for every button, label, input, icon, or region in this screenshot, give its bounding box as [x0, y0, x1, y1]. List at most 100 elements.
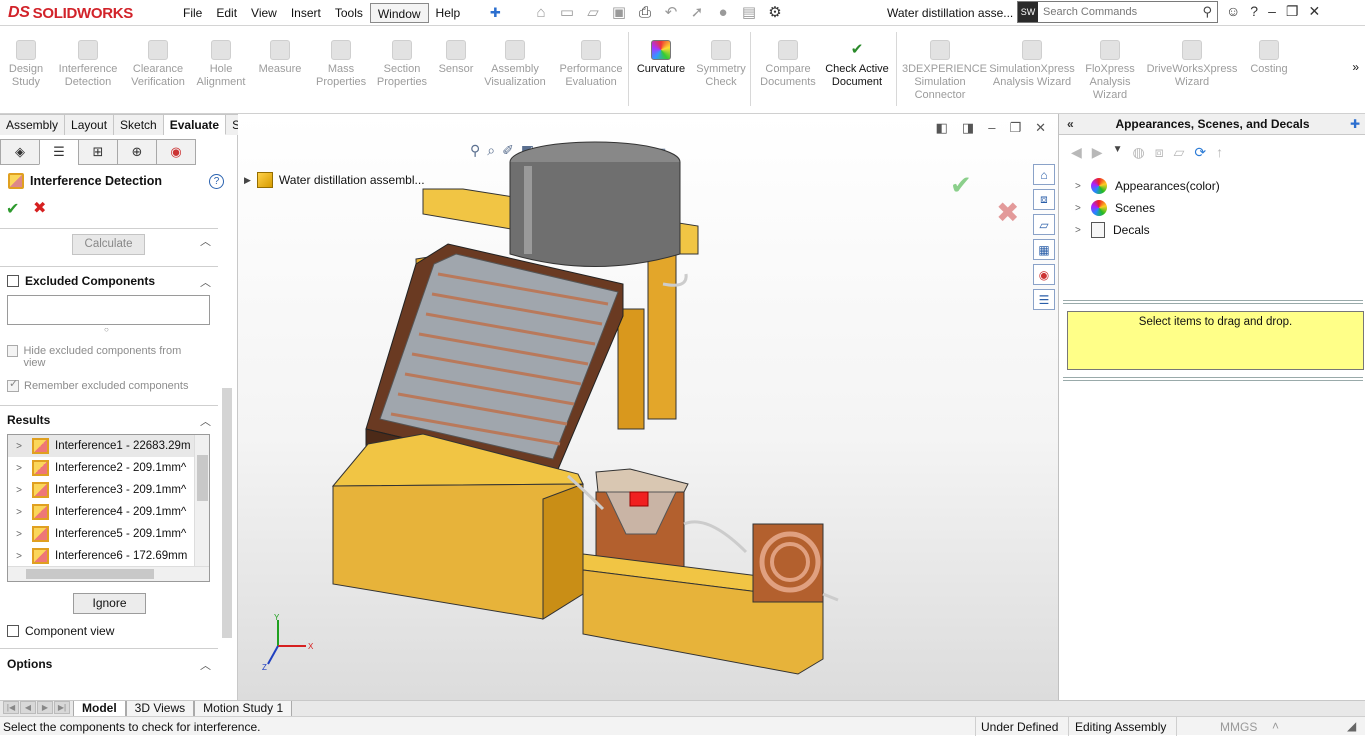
cancel-x-icon[interactable]: ✖	[33, 198, 46, 218]
select-cursor-icon[interactable]: ➚	[686, 3, 708, 21]
back-icon[interactable]: ◀	[1071, 144, 1082, 161]
chevron-right-icon[interactable]: >	[1075, 203, 1083, 214]
home-icon[interactable]: ⌂	[530, 4, 552, 21]
resize-grip-icon[interactable]: ◢	[1347, 719, 1356, 733]
solidworks-resources-icon[interactable]: ⌂	[1033, 164, 1055, 185]
display-manager-tab-icon[interactable]: ◉	[156, 139, 196, 165]
excluded-components-header[interactable]: Excluded Components	[7, 274, 155, 288]
menu-window[interactable]: Window	[369, 3, 429, 23]
ribbon-check-active-document-button[interactable]: ✔ Check Active Document	[824, 40, 890, 89]
menu-help[interactable]: Help	[429, 3, 468, 23]
file-properties-icon[interactable]: ▤	[738, 3, 760, 21]
up-arrow-icon[interactable]: ↑	[1216, 144, 1223, 161]
chevron-right-icon[interactable]: >	[12, 441, 26, 452]
dimxpert-manager-tab-icon[interactable]: ⊕	[117, 139, 157, 165]
bottom-tab-motion-study-1[interactable]: Motion Study 1	[194, 701, 293, 716]
rebuild-icon[interactable]: ●	[712, 4, 734, 21]
ribbon-performance-evaluation-button[interactable]: Performance Evaluation	[556, 40, 626, 89]
chevron-right-icon[interactable]: >	[12, 551, 26, 562]
menu-tools[interactable]: Tools	[328, 3, 370, 23]
last-tab-icon[interactable]: ▶|	[54, 701, 70, 714]
taskpane-item-scenes[interactable]: > Scenes	[1075, 200, 1155, 216]
ribbon-hole-alignment-button[interactable]: Hole Alignment	[196, 40, 246, 89]
ribbon-symmetry-check-button[interactable]: Symmetry Check	[694, 40, 748, 89]
feature-manager-tab-icon[interactable]: ◈	[0, 139, 40, 165]
ribbon-mass-properties-button[interactable]: Mass Properties	[316, 40, 366, 89]
interference-result-row[interactable]: > Interference4 - 209.1mm^	[8, 501, 209, 523]
appearances-scenes-icon[interactable]: ◉	[1033, 264, 1055, 285]
dropdown-icon[interactable]: ▼	[1113, 144, 1123, 161]
ribbon-3dexperience-simulation-connector-button[interactable]: 3DEXPERIENCE Simulation Connector	[902, 40, 987, 102]
help-icon[interactable]: ?	[1250, 3, 1258, 20]
custom-properties-icon[interactable]: ☰	[1033, 289, 1055, 310]
first-tab-icon[interactable]: |◀	[3, 701, 19, 714]
search-input[interactable]: Search Commands	[1043, 6, 1202, 18]
results-header[interactable]: Results	[7, 413, 50, 427]
ribbon-sensor-button[interactable]: Sensor	[436, 40, 476, 76]
chevron-right-icon[interactable]: >	[1075, 181, 1083, 192]
taskpane-item-appearances-color-[interactable]: > Appearances(color)	[1075, 178, 1220, 194]
solidworks-logo[interactable]: DS SOLIDWORKS	[8, 3, 133, 23]
search-commands-box[interactable]: SW Search Commands ⚲	[1017, 1, 1218, 23]
new-document-icon[interactable]: ▭	[556, 3, 578, 21]
ribbon-design-study-button[interactable]: Design Study	[6, 40, 46, 89]
next-tab-icon[interactable]: ▶	[37, 701, 53, 714]
ribbon-simulationxpress-analysis-wizard-button[interactable]: SimulationXpress Analysis Wizard	[986, 40, 1078, 89]
resize-handle-icon[interactable]: ○	[104, 325, 109, 334]
design-library-icon[interactable]: ⧈	[1155, 144, 1164, 161]
file-explorer-icon[interactable]: ▱	[1033, 214, 1055, 235]
add-folder-icon[interactable]: ▱	[1174, 144, 1185, 161]
interference-result-row[interactable]: > Interference5 - 209.1mm^	[8, 523, 209, 545]
taskpane-item-decals[interactable]: > Decals	[1075, 222, 1150, 238]
view-palette-icon[interactable]: ▦	[1033, 239, 1055, 260]
options-gear-icon[interactable]: ⚙	[764, 3, 786, 21]
calculate-button[interactable]: Calculate	[72, 234, 145, 255]
chevron-right-icon[interactable]: >	[12, 463, 26, 474]
chevron-up-icon[interactable]: ˄	[1272, 719, 1279, 733]
ribbon-interference-detection-button[interactable]: Interference Detection	[56, 40, 120, 89]
hide-excluded-option[interactable]: Hide excluded components from view	[7, 345, 197, 369]
open-folder-icon[interactable]: ▱	[582, 3, 604, 21]
chevron-right-icon[interactable]: >	[1075, 225, 1083, 236]
ribbon-assembly-visualization-button[interactable]: Assembly Visualization	[482, 40, 548, 89]
excluded-components-checkbox[interactable]	[7, 275, 19, 287]
options-header[interactable]: Options	[7, 657, 52, 671]
ribbon-costing-button[interactable]: Costing	[1244, 40, 1294, 76]
chevron-up-icon[interactable]: ︿	[200, 413, 211, 429]
bottom-tab-3d-views[interactable]: 3D Views	[125, 701, 195, 716]
prev-tab-icon[interactable]: ◀	[20, 701, 36, 714]
chevron-right-icon[interactable]: >	[12, 507, 26, 518]
pin-icon[interactable]: ✚	[490, 5, 501, 21]
minimize-icon[interactable]: –	[1268, 3, 1276, 20]
pane-splitter[interactable]	[1063, 377, 1363, 381]
chevron-up-icon[interactable]: ︿	[200, 274, 211, 290]
remember-excluded-option[interactable]: Remember excluded components	[7, 378, 197, 392]
results-vertical-scrollbar[interactable]	[194, 435, 209, 567]
tab-assembly[interactable]: Assembly	[0, 114, 66, 135]
property-manager-tab-icon[interactable]: ☰	[39, 139, 79, 165]
component-view-checkbox[interactable]	[7, 625, 19, 637]
graphics-area[interactable]: ▶ Water distillation assembl... ⚲ ⌕ ✐ ◩ …	[238, 114, 1058, 700]
help-circle-icon[interactable]: ?	[209, 174, 224, 189]
ribbon-measure-button[interactable]: Measure	[258, 40, 302, 76]
save-icon[interactable]: ▣	[608, 3, 630, 21]
ignore-button[interactable]: Ignore	[73, 593, 146, 614]
results-horizontal-scrollbar[interactable]	[8, 566, 209, 581]
chevron-right-icon[interactable]: >	[12, 529, 26, 540]
ribbon-driveworksxpress-wizard-button[interactable]: DriveWorksXpress Wizard	[1144, 40, 1240, 89]
menu-view[interactable]: View	[244, 3, 284, 23]
unit-system[interactable]: MMGS	[1220, 720, 1257, 734]
bottom-tab-model[interactable]: Model	[73, 701, 126, 716]
tab-layout[interactable]: Layout	[65, 114, 115, 135]
pin-icon[interactable]: ✚	[1350, 114, 1360, 134]
refresh-icon[interactable]: ⟳	[1194, 144, 1206, 161]
interference-result-row[interactable]: > Interference6 - 172.69mm	[8, 545, 209, 567]
ribbon-section-properties-button[interactable]: Section Properties	[376, 40, 428, 89]
appearances-icon[interactable]: ◍	[1132, 144, 1144, 161]
ribbon-floxpress-analysis-wizard-button[interactable]: FloXpress Analysis Wizard	[1084, 40, 1136, 102]
component-view-option[interactable]: Component view	[7, 624, 114, 638]
interference-result-row[interactable]: > Interference2 - 209.1mm^	[8, 457, 209, 479]
menu-insert[interactable]: Insert	[284, 3, 328, 23]
ribbon-curvature-button[interactable]: Curvature	[635, 40, 687, 76]
interference-result-row[interactable]: > Interference3 - 209.1mm^	[8, 479, 209, 501]
